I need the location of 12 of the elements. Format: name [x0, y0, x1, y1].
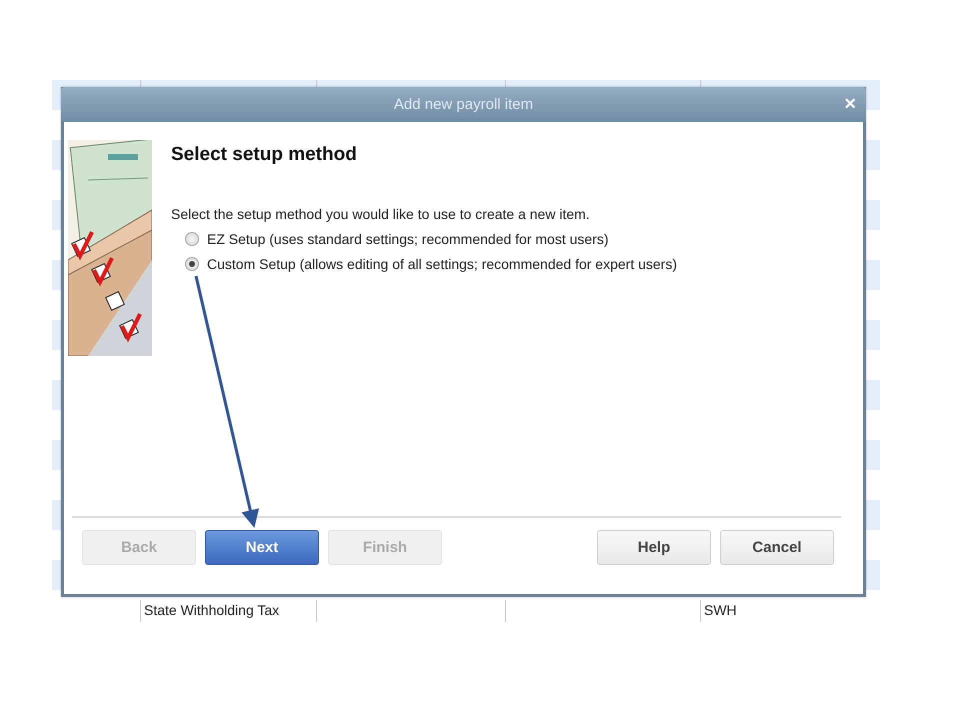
radio-label[interactable]: Custom Setup (allows editing of all settings; recommended for expert users)	[207, 256, 677, 272]
radio-label[interactable]: EZ Setup (uses standard settings; recommended for most users)	[207, 231, 609, 247]
dialog-button[interactable]: Next	[205, 530, 319, 565]
heading: Select setup method	[171, 144, 358, 166]
instruction-text: Select the setup method you would like to use to create a new item.	[171, 206, 591, 222]
dialog-button[interactable]: Cancel	[720, 530, 834, 565]
window-title: Add new payroll item	[394, 96, 534, 113]
table-cell: SWH	[704, 602, 737, 618]
table-cell: State Withholding Tax	[144, 602, 280, 618]
radio-button[interactable]	[185, 232, 199, 246]
radio-button[interactable]	[185, 257, 199, 271]
dialog-button[interactable]: Help	[597, 530, 711, 565]
